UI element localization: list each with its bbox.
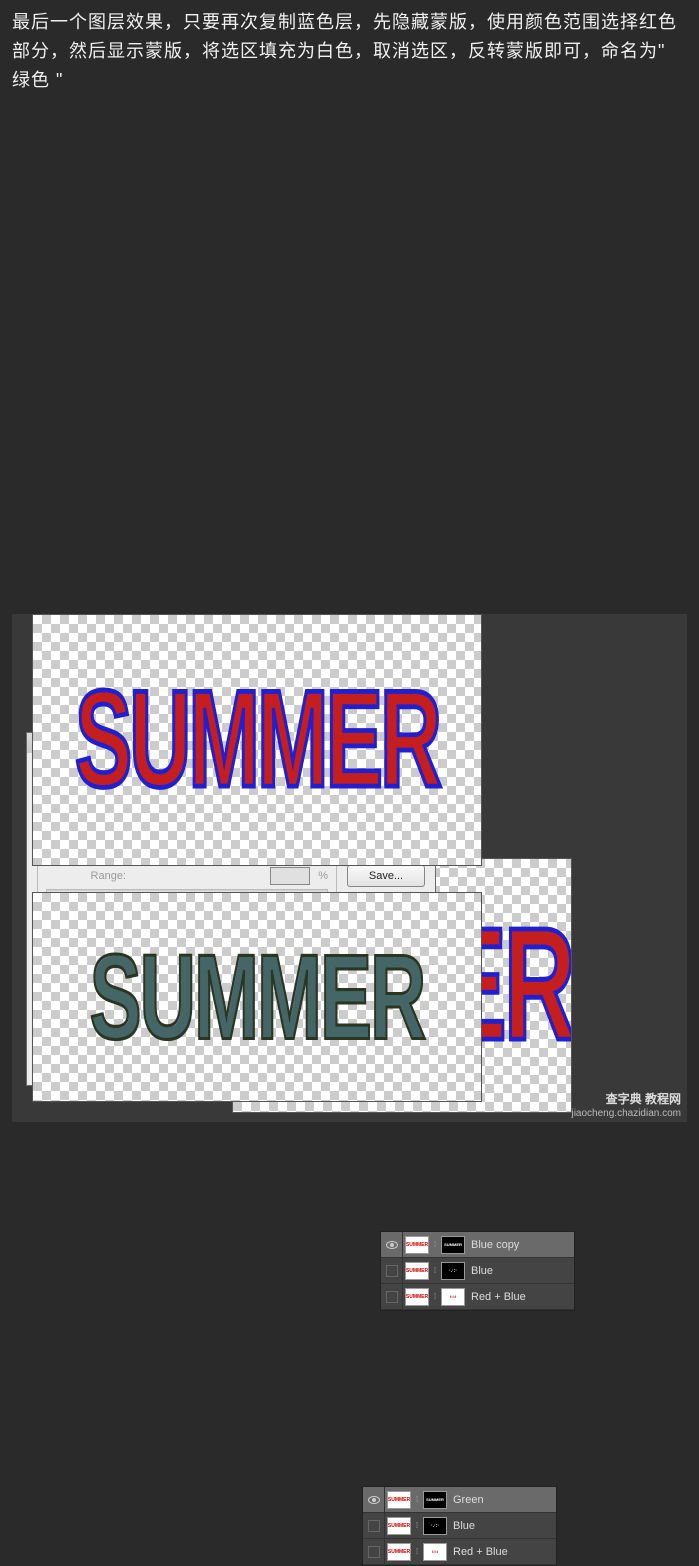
mask-thumbnail[interactable]: ·.·:· bbox=[423, 1517, 447, 1535]
layer-name[interactable]: Blue copy bbox=[467, 1239, 574, 1251]
main-area: SUMMER ⁞ Blue copy SUMMER ⁞ ·.·:· Blue S… bbox=[12, 614, 687, 1122]
instruction-text: 最后一个图层效果，只要再次复制蓝色层，先隐藏蒙版，使用颜色范围选择红色部分，然后… bbox=[0, 0, 699, 104]
layer-thumbnail[interactable]: SUMMER bbox=[405, 1288, 429, 1306]
mask-thumbnail[interactable]: SUMMER bbox=[423, 1491, 447, 1509]
summer-text: SUMMER bbox=[75, 661, 439, 819]
layer-name[interactable]: Blue bbox=[467, 1265, 574, 1277]
canvas-preview-2: SUMMER bbox=[32, 614, 482, 866]
layer-name[interactable]: Blue bbox=[449, 1520, 556, 1532]
mask-thumbnail[interactable]: SUMMER bbox=[441, 1236, 465, 1254]
chain-icon: ⁞ bbox=[431, 1240, 439, 1249]
canvas-preview-3: SUMMER bbox=[32, 892, 482, 1102]
mask-thumbnail[interactable]: I:I:I bbox=[423, 1543, 447, 1561]
layer-row[interactable]: SUMMER ⁞ SUMMER Blue copy bbox=[381, 1232, 574, 1258]
mask-thumbnail[interactable]: ·.·:· bbox=[441, 1262, 465, 1280]
chain-icon: ⁞ bbox=[431, 1292, 439, 1301]
layer-thumbnail[interactable]: SUMMER bbox=[405, 1262, 429, 1280]
mask-thumbnail[interactable]: I:I:I bbox=[441, 1288, 465, 1306]
layers-panel-mid: SUMMER ⁞ SUMMER Blue copy SUMMER ⁞ ·.·:·… bbox=[380, 1231, 575, 1311]
eye-icon bbox=[386, 1241, 398, 1249]
layer-thumbnail[interactable]: SUMMER bbox=[387, 1491, 411, 1509]
chain-icon: ⁞ bbox=[413, 1521, 421, 1530]
layer-thumbnail[interactable]: SUMMER bbox=[405, 1236, 429, 1254]
watermark: 查字典 教程网jiaocheng.chazidian.com bbox=[571, 1092, 681, 1121]
layer-thumbnail[interactable]: SUMMER bbox=[387, 1517, 411, 1535]
chain-icon: ⁞ bbox=[413, 1547, 421, 1556]
chain-icon: ⁞ bbox=[431, 1266, 439, 1275]
visibility-toggle[interactable] bbox=[381, 1284, 403, 1309]
vis-box-icon bbox=[368, 1520, 380, 1532]
layer-row[interactable]: SUMMER ⁞ I:I:I Red + Blue bbox=[381, 1284, 574, 1310]
layer-name[interactable]: Green bbox=[449, 1494, 556, 1506]
layer-row[interactable]: SUMMER ⁞ ·.·:· Blue bbox=[363, 1513, 556, 1539]
visibility-toggle[interactable] bbox=[381, 1232, 403, 1257]
layer-name[interactable]: Red + Blue bbox=[467, 1291, 574, 1303]
vis-box-icon bbox=[386, 1291, 398, 1303]
chain-icon: ⁞ bbox=[413, 1495, 421, 1504]
visibility-toggle[interactable] bbox=[363, 1513, 385, 1538]
eye-icon bbox=[368, 1496, 380, 1504]
range-label: Range: bbox=[46, 870, 126, 882]
vis-box-icon bbox=[368, 1546, 380, 1558]
visibility-toggle[interactable] bbox=[363, 1487, 385, 1512]
range-unit: % bbox=[318, 870, 328, 882]
layer-name[interactable]: Red + Blue bbox=[449, 1546, 556, 1558]
range-input bbox=[270, 867, 310, 885]
layer-row[interactable]: SUMMER ⁞ ·.·:· Blue bbox=[381, 1258, 574, 1284]
layer-row[interactable]: SUMMER ⁞ I:I:I Red + Blue bbox=[363, 1539, 556, 1565]
vis-box-icon bbox=[386, 1265, 398, 1277]
visibility-toggle[interactable] bbox=[363, 1539, 385, 1564]
summer-outline-text: SUMMER bbox=[90, 927, 425, 1068]
save-button[interactable]: Save... bbox=[347, 865, 425, 887]
layers-panel-bottom: SUMMER ⁞ SUMMER Green SUMMER ⁞ ·.·:· Blu… bbox=[362, 1486, 557, 1566]
layer-thumbnail[interactable]: SUMMER bbox=[387, 1543, 411, 1561]
visibility-toggle[interactable] bbox=[381, 1258, 403, 1283]
layer-row[interactable]: SUMMER ⁞ SUMMER Green bbox=[363, 1487, 556, 1513]
